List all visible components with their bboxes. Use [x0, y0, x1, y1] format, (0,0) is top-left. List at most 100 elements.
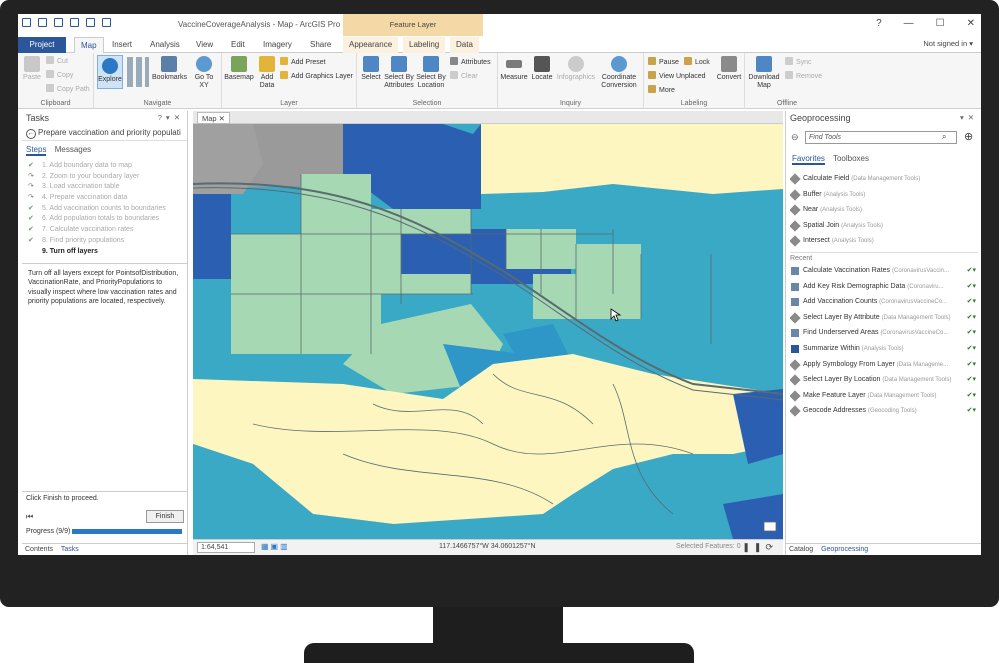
- pane-controls[interactable]: ?▾✕: [158, 113, 184, 122]
- customize-icon[interactable]: [102, 18, 111, 27]
- tool-item[interactable]: Select Layer By Location (Data Managemen…: [790, 372, 978, 388]
- new-project-icon[interactable]: [22, 18, 31, 27]
- finish-button[interactable]: Finish: [146, 510, 184, 523]
- download-map-button[interactable]: Download Map: [747, 56, 781, 90]
- task-step[interactable]: ✔ 7. Calculate vaccination rates: [28, 225, 183, 236]
- tool-search-input[interactable]: Find Tools: [805, 131, 957, 144]
- open-icon[interactable]: [38, 18, 47, 27]
- tab-edit[interactable]: Edit: [225, 37, 251, 53]
- tool-item[interactable]: Add Vaccination Counts (CoronavirusVacci…: [790, 294, 978, 310]
- more-labeling-button[interactable]: More: [648, 85, 675, 95]
- tool-item[interactable]: Spatial Join (Analysis Tools): [790, 218, 978, 234]
- tab-view[interactable]: View: [190, 37, 219, 53]
- tool-item[interactable]: Add Key Risk Demographic Data (Coronavir…: [790, 279, 978, 295]
- task-step[interactable]: ↷ 3. Load vaccination table: [28, 182, 183, 193]
- tab-analysis[interactable]: Analysis: [144, 37, 186, 53]
- sign-in-status[interactable]: Not signed in ▾: [923, 39, 973, 48]
- task-step-current[interactable]: 9. Turn off layers: [28, 247, 183, 258]
- tab-geoprocessing[interactable]: Geoprocessing: [821, 546, 868, 553]
- redo-icon[interactable]: [86, 18, 95, 27]
- tab-steps[interactable]: Steps: [26, 145, 47, 156]
- tab-favorites[interactable]: Favorites: [792, 154, 825, 165]
- pane-controls[interactable]: ▾✕: [960, 113, 978, 122]
- tool-item[interactable]: Apply Symbology From Layer (Data Managem…: [790, 357, 978, 373]
- tool-item[interactable]: Calculate Field (Data Management Tools): [790, 171, 978, 187]
- view-unplaced-button[interactable]: View Unplaced: [648, 71, 706, 81]
- tool-item[interactable]: Select Layer By Attribute (Data Manageme…: [790, 310, 978, 326]
- tab-appearance[interactable]: Appearance: [343, 37, 399, 53]
- task-step[interactable]: ✔ 1. Add boundary data to map: [28, 161, 183, 172]
- tool-item[interactable]: Buffer (Analysis Tools): [790, 187, 978, 203]
- select-by-attributes-button[interactable]: Select By Attributes: [384, 56, 414, 90]
- pause-labels-button[interactable]: Pause: [648, 57, 679, 67]
- infographics-icon: [568, 56, 584, 72]
- coordinate-conversion-button[interactable]: Coordinate Conversion: [598, 56, 640, 90]
- close-button[interactable]: ✕: [967, 18, 975, 29]
- task-step[interactable]: ✔ 6. Add population totals to boundaries: [28, 214, 183, 225]
- attributes-button[interactable]: Attributes: [450, 57, 491, 67]
- search-icon[interactable]: ⌕: [942, 132, 946, 142]
- back-arrow-icon[interactable]: ⊖: [791, 132, 799, 143]
- map-overview-icon[interactable]: [763, 521, 777, 532]
- tab-tasks[interactable]: Tasks: [61, 546, 79, 553]
- tab-share[interactable]: Share: [304, 37, 337, 53]
- add-data-button[interactable]: Add Data: [256, 56, 278, 90]
- select-by-location-button[interactable]: Select By Location: [416, 56, 446, 90]
- tool-item[interactable]: Calculate Vaccination Rates (Coronavirus…: [790, 263, 978, 279]
- locate-button[interactable]: Locate: [530, 56, 554, 82]
- copy-path-button[interactable]: Copy Path: [46, 84, 90, 94]
- convert-button[interactable]: Convert: [716, 56, 742, 82]
- measure-button[interactable]: Measure: [500, 56, 528, 82]
- map-status-tools[interactable]: ▦▣▥: [261, 542, 290, 551]
- bookmarks-button[interactable]: Bookmarks: [152, 56, 187, 82]
- tab-data[interactable]: Data: [450, 37, 479, 53]
- scale-selector[interactable]: 1:64,541: [197, 542, 255, 553]
- tool-item[interactable]: Make Feature Layer (Data Management Tool…: [790, 388, 978, 404]
- paste-button[interactable]: Paste: [21, 56, 43, 82]
- task-step[interactable]: ↷ 2. Zoom to your boundary layer: [28, 172, 183, 183]
- add-icon[interactable]: ⊕: [964, 130, 973, 143]
- tab-toolboxes[interactable]: Toolboxes: [833, 154, 869, 163]
- add-graphics-layer-button[interactable]: Add Graphics Layer: [280, 71, 353, 81]
- basemap-button[interactable]: Basemap: [224, 56, 254, 82]
- cut-button[interactable]: Cut: [46, 56, 68, 66]
- help-button[interactable]: ?: [876, 18, 882, 29]
- explore-button[interactable]: Explore: [97, 55, 123, 89]
- tab-imagery[interactable]: Imagery: [257, 37, 298, 53]
- copy-button[interactable]: Copy: [46, 70, 73, 80]
- undo-icon[interactable]: [70, 18, 79, 27]
- maximize-button[interactable]: ☐: [936, 18, 945, 29]
- first-step-icon[interactable]: ⏮: [26, 512, 33, 522]
- tab-messages[interactable]: Messages: [55, 145, 91, 154]
- tool-item[interactable]: Intersect (Analysis Tools): [790, 233, 978, 249]
- tool-item[interactable]: Summarize Within (Analysis Tools) ✔▾: [790, 341, 978, 357]
- task-step[interactable]: ↷ 4. Prepare vaccination data: [28, 193, 183, 204]
- tab-insert[interactable]: Insert: [106, 37, 138, 53]
- pause-refresh-icons[interactable]: ❚❚⟳: [742, 542, 777, 553]
- add-preset-button[interactable]: Add Preset: [280, 57, 326, 67]
- navigation-tools[interactable]: [127, 57, 149, 87]
- map-view-tab[interactable]: Map ✕: [197, 112, 230, 124]
- tab-project[interactable]: Project: [18, 37, 66, 53]
- tool-item[interactable]: Find Underserved Areas (CoronavirusVacci…: [790, 325, 978, 341]
- lock-labels-button[interactable]: Lock: [684, 57, 710, 67]
- save-icon[interactable]: [54, 18, 63, 27]
- minimize-button[interactable]: —: [904, 18, 914, 29]
- remove-button[interactable]: Remove: [785, 71, 822, 81]
- goto-xy-button[interactable]: Go To XY: [190, 56, 218, 90]
- map-region-dark-blue: [401, 234, 471, 274]
- tool-item[interactable]: Geocode Addresses (Geocoding Tools) ✔▾: [790, 403, 978, 419]
- tab-map[interactable]: Map: [74, 37, 104, 53]
- tab-contents[interactable]: Contents: [25, 546, 53, 553]
- tab-labeling[interactable]: Labeling: [403, 37, 446, 53]
- back-icon[interactable]: ←: [26, 129, 36, 139]
- task-step[interactable]: ✔ 8. Find priority populations: [28, 236, 183, 247]
- map-canvas[interactable]: [193, 124, 783, 539]
- tab-catalog[interactable]: Catalog: [789, 546, 813, 553]
- tool-item[interactable]: Near (Analysis Tools): [790, 202, 978, 218]
- task-step[interactable]: ✔ 5. Add vaccination counts to boundaries: [28, 204, 183, 215]
- clear-selection-button[interactable]: Clear: [450, 71, 478, 81]
- infographics-button[interactable]: Infographics: [556, 56, 596, 82]
- sync-button[interactable]: Sync: [785, 57, 812, 67]
- select-button[interactable]: Select: [359, 56, 383, 82]
